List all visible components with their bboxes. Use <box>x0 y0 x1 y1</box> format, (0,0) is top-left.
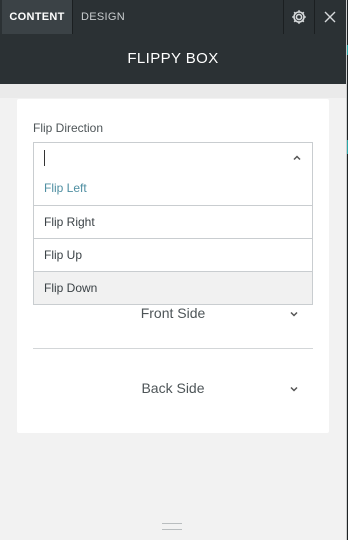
tab-content[interactable]: CONTENT <box>2 0 73 34</box>
title-separator <box>0 84 346 98</box>
option-flip-left[interactable]: Flip Left <box>34 172 312 205</box>
content-panel: Flip Direction Flip Left Flip Right Flip… <box>17 99 329 433</box>
flip-direction-select[interactable] <box>33 142 313 173</box>
flippy-box-modal: CONTENT DESIGN FLIPPY BOX Flip Direction <box>0 0 347 540</box>
chevron-down-icon <box>290 386 298 392</box>
back-side-label: Back Side <box>141 380 205 396</box>
flip-direction-options: Flip Left Flip Right Flip Up Flip Down <box>33 172 313 305</box>
chevron-down-icon <box>290 311 298 317</box>
front-side-label: Front Side <box>140 305 206 321</box>
text-cursor <box>44 150 45 166</box>
section-front-side[interactable]: Front Side <box>33 295 313 335</box>
option-flip-up[interactable]: Flip Up <box>34 238 312 271</box>
gear-icon <box>292 10 306 24</box>
modal-title: FLIPPY BOX <box>0 34 346 84</box>
close-button[interactable] <box>314 0 345 34</box>
chevron-up-icon[interactable] <box>292 153 302 163</box>
modal-tab-bar: CONTENT DESIGN <box>0 0 346 35</box>
section-back-side[interactable]: Back Side <box>33 370 313 410</box>
tab-design[interactable]: DESIGN <box>73 0 133 34</box>
resize-grip-icon[interactable] <box>162 523 182 530</box>
flip-direction-label: Flip Direction <box>33 121 104 135</box>
option-flip-right[interactable]: Flip Right <box>34 205 312 238</box>
section-divider <box>33 348 313 349</box>
settings-button[interactable] <box>283 0 314 34</box>
close-icon <box>324 11 336 23</box>
